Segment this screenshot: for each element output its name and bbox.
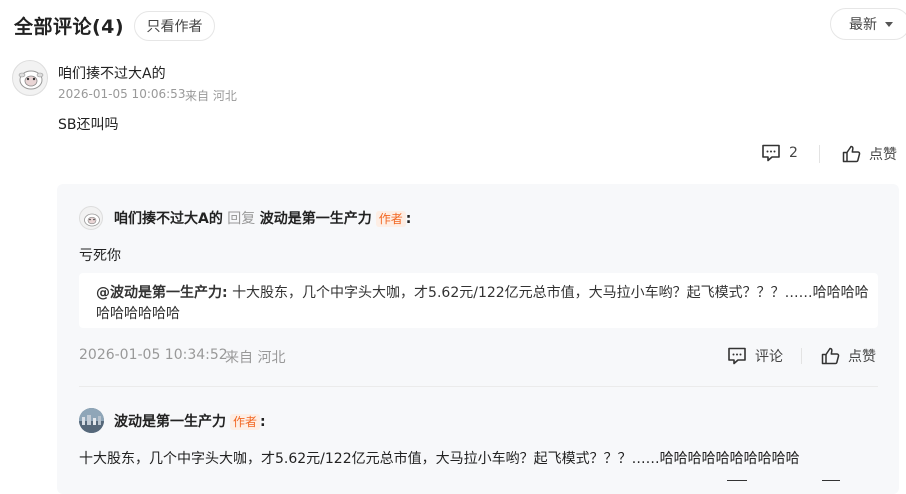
reply-text: 十大股东，几个中字头大咖，才5.62元/122亿元总市值，大马拉小车哟？起飞模式… xyxy=(79,451,800,467)
thumbs-up-icon[interactable] xyxy=(822,480,840,485)
comment-timestamp: 2026-01-05 10:06:53 xyxy=(58,87,186,101)
thumbs-up-icon xyxy=(842,145,861,163)
comment-location: 来自 河北 xyxy=(185,89,237,103)
avatar[interactable] xyxy=(12,60,48,96)
author-only-filter-label: 只看作者 xyxy=(146,19,203,35)
reply-location: 来自 河北 xyxy=(225,350,286,366)
author-tag: 作者 xyxy=(375,211,406,227)
reply-like-label: 点赞 xyxy=(848,349,876,365)
comment-icon[interactable] xyxy=(727,480,747,485)
action-divider xyxy=(801,348,802,364)
chevron-down-icon xyxy=(885,21,893,27)
thumbs-up-icon xyxy=(821,347,840,365)
reply-word: 回复 xyxy=(227,211,256,227)
reply-comment-label: 评论 xyxy=(755,349,783,365)
comment-text: SB还叫吗 xyxy=(58,117,119,133)
reply-timestamp: 2026-01-05 10:34:52 xyxy=(79,347,228,363)
reply-comment-button[interactable]: 评论 xyxy=(727,346,783,366)
reply-header: 咱们揍不过大A的 回复 波动是第一生产力 作者: xyxy=(114,208,411,228)
colon: : xyxy=(405,211,412,227)
quoted-comment-text: @波动是第一生产力: 十大股东，几个中字头大咖，才5.62元/122亿元总市值，… xyxy=(96,283,876,325)
like-button[interactable]: 点赞 xyxy=(842,144,897,164)
colon: : xyxy=(260,414,266,430)
reply-count: 2 xyxy=(789,145,798,161)
comments-title: 全部评论(4) xyxy=(14,16,125,38)
reply-header: 波动是第一生产力 作者: xyxy=(114,411,266,431)
reply-like-button[interactable]: 点赞 xyxy=(821,346,876,366)
like-label: 点赞 xyxy=(869,147,897,163)
reply-target[interactable]: 波动是第一生产力 xyxy=(260,211,372,227)
sort-dropdown-label: 最新 xyxy=(849,17,877,33)
comment-author[interactable]: 咱们揍不过大A的 xyxy=(58,63,166,83)
avatar[interactable] xyxy=(79,408,104,433)
city-avatar-icon xyxy=(79,408,104,433)
avatar[interactable] xyxy=(79,206,103,230)
comment-icon xyxy=(728,347,746,365)
reply-divider xyxy=(79,386,878,387)
reply-text: 亏死你 xyxy=(79,248,121,264)
author-tag: 作者 xyxy=(230,414,261,430)
reply-author[interactable]: 波动是第一生产力 xyxy=(114,414,226,430)
reply-count-button[interactable]: 2 xyxy=(761,144,798,162)
sheep-avatar-icon xyxy=(18,70,44,90)
action-divider xyxy=(819,145,820,163)
quoted-author[interactable]: @波动是第一生产力: xyxy=(96,285,228,301)
author-only-filter-button[interactable]: 只看作者 xyxy=(134,11,215,41)
comment-icon xyxy=(762,144,780,162)
sort-dropdown[interactable]: 最新 xyxy=(830,8,906,40)
reply-author[interactable]: 咱们揍不过大A的 xyxy=(114,211,223,227)
